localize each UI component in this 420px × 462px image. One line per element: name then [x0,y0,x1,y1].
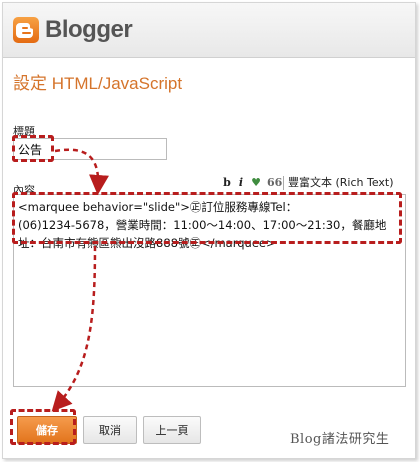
annotation-arrows [51,148,109,412]
arrow-content-to-save [51,245,97,412]
arrow-title-to-content [54,148,109,195]
